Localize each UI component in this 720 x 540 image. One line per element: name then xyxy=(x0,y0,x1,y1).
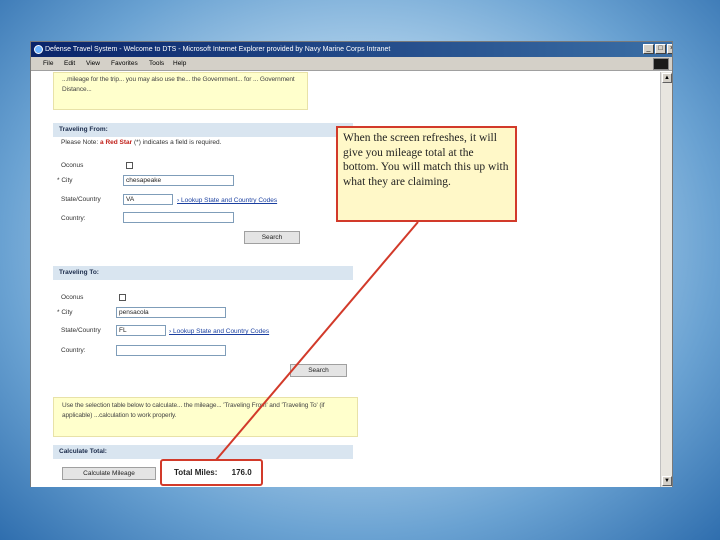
required-note: Please Note: a Red Star (*) indicates a … xyxy=(61,139,222,146)
menu-tools[interactable]: Tools xyxy=(149,57,164,71)
to-state-label: State/Country xyxy=(61,327,101,334)
to-oconus-checkbox[interactable] xyxy=(119,294,126,301)
to-city-input[interactable]: pensacola xyxy=(116,307,226,318)
title-bar: Defense Travel System - Welcome to DTS -… xyxy=(31,42,672,57)
intro-text: ...mileage for the trip... you may also … xyxy=(62,76,295,93)
from-country-input[interactable] xyxy=(123,212,234,223)
scroll-down-icon[interactable]: ▼ xyxy=(662,476,672,486)
menu-edit[interactable]: Edit xyxy=(64,57,75,71)
intro-notice: ...mileage for the trip... you may also … xyxy=(53,72,308,110)
from-state-label: State/Country xyxy=(61,196,101,203)
minimize-button[interactable]: _ xyxy=(643,44,654,54)
annotation-callout: When the screen refreshes, it will give … xyxy=(336,126,517,222)
vertical-scrollbar[interactable]: ▲ ▼ xyxy=(660,72,672,487)
to-state-input[interactable]: FL xyxy=(116,325,166,336)
traveling-from-header: Traveling From: xyxy=(53,123,353,137)
total-miles-value: 176.0 xyxy=(231,468,252,477)
from-state-input[interactable]: VA xyxy=(123,194,173,205)
from-city-label: * City xyxy=(57,177,73,184)
total-miles-highlight: Total Miles: 176.0 xyxy=(160,459,263,486)
to-country-label: Country: xyxy=(61,347,86,354)
to-country-input[interactable] xyxy=(116,345,226,356)
from-oconus-label: Oconus xyxy=(61,162,84,169)
to-oconus-label: Oconus xyxy=(61,294,84,301)
from-search-button[interactable]: Search xyxy=(244,231,300,244)
from-oconus-checkbox[interactable] xyxy=(126,162,133,169)
traveling-to-header: Traveling To: xyxy=(53,266,353,280)
menu-bar: File Edit View Favorites Tools Help xyxy=(31,57,672,71)
instructions-text: Use the selection table below to calcula… xyxy=(62,402,325,419)
maximize-button[interactable]: □ xyxy=(655,44,666,54)
instructions-notice: Use the selection table below to calcula… xyxy=(53,397,358,437)
menu-file[interactable]: File xyxy=(43,57,53,71)
menu-view[interactable]: View xyxy=(86,57,100,71)
from-lookup-codes-link[interactable]: › Lookup State and Country Codes xyxy=(177,197,277,204)
calculate-mileage-button[interactable]: Calculate Mileage xyxy=(62,467,156,480)
menu-favorites[interactable]: Favorites xyxy=(111,57,138,71)
close-button[interactable]: × xyxy=(667,44,672,54)
windows-logo-icon xyxy=(653,58,669,70)
window-title: Defense Travel System - Welcome to DTS -… xyxy=(45,46,391,53)
menu-help[interactable]: Help xyxy=(173,57,186,71)
to-search-button[interactable]: Search xyxy=(290,364,347,377)
to-lookup-codes-link[interactable]: › Lookup State and Country Codes xyxy=(169,328,269,335)
calculate-total-header: Calculate Total: xyxy=(53,445,353,459)
total-miles-label: Total Miles: xyxy=(174,468,218,477)
to-city-label: * City xyxy=(57,309,73,316)
from-country-label: Country: xyxy=(61,215,86,222)
browser-window: Defense Travel System - Welcome to DTS -… xyxy=(30,41,673,487)
scroll-up-icon[interactable]: ▲ xyxy=(662,73,672,83)
callout-text: When the screen refreshes, it will give … xyxy=(343,132,509,188)
internet-explorer-icon xyxy=(34,45,43,54)
from-city-input[interactable]: chesapeake xyxy=(123,175,234,186)
